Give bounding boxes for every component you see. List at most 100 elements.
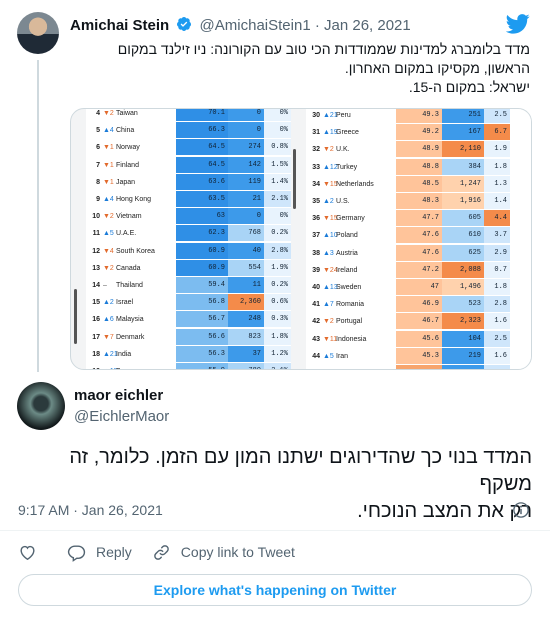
score-cell: 63 (176, 208, 228, 226)
tweet-actions: Reply Copy link to Tweet (18, 541, 315, 563)
country-cell: Japan (116, 178, 136, 186)
quoted-author-handle[interactable]: @AmichaiStein1 (200, 17, 311, 34)
country-cell: Sweden (336, 284, 362, 291)
heart-icon (20, 545, 35, 560)
c1-cell: 167 (442, 124, 484, 142)
country-cell: Hong Kong (116, 196, 152, 203)
rank-cell: 37 (312, 232, 320, 240)
rank-cell: 11 (92, 230, 100, 238)
score-cell: 47.6 (396, 227, 442, 245)
score-cell: 70.1 (176, 109, 228, 122)
change-cell: ▲10 (323, 232, 338, 240)
score-cell: 56.8 (176, 294, 228, 312)
rank-cell: 16 (92, 316, 100, 324)
table-row: 42 ▼2 Portugal 46.7 2,323 1.6 (306, 313, 510, 331)
quoted-text-line: הראשון, מקסיקו במקום האחרון. (344, 60, 530, 76)
rank-cell: 7 (96, 161, 100, 169)
explore-twitter-button[interactable]: Explore what's happening on Twitter (18, 574, 532, 606)
thread-connector-line (37, 60, 39, 372)
country-cell: Ireland (336, 266, 358, 274)
c1-cell: 274 (228, 139, 264, 157)
table-row: 6 ▼1 Norway 64.5 274 0.8% (86, 139, 291, 157)
score-cell: 48.8 (396, 158, 442, 176)
score-cell: 56.7 (176, 311, 228, 329)
table-row: 33 ▲12 Turkey 48.8 384 1.8 (306, 158, 510, 176)
like-button[interactable] (18, 543, 47, 562)
c2-cell: 2.5 (484, 109, 510, 124)
c1-cell: 2,110 (442, 141, 484, 159)
country-cell: France (116, 368, 176, 369)
c1-cell: 0 (228, 122, 264, 140)
quoted-tweet-date[interactable]: Jan 26, 2021 (324, 17, 411, 34)
rank-cell: 5 (96, 127, 100, 135)
score-cell: 48.5 (396, 175, 442, 193)
reply-author-handle[interactable]: @EichlerMaor (74, 408, 169, 425)
change-cell: ▼7 (103, 333, 114, 341)
change-cell: ▲2 (103, 299, 114, 307)
change-cell: ▲21 (103, 350, 118, 358)
quoted-text-line: מדד בלומברג למדינות שממודדות הכי טוב עם … (117, 41, 530, 57)
score-cell: 47.2 (396, 261, 442, 279)
c2-cell: 1.9% (264, 259, 291, 277)
c2-cell: 1.8 (484, 279, 510, 296)
c1-cell: 523 (442, 296, 484, 314)
amichai-stein-avatar[interactable] (17, 12, 59, 54)
country-cell: Finland (116, 161, 139, 169)
c1-cell: 2,360 (228, 294, 264, 312)
score-cell: 48.3 (396, 193, 442, 210)
country-cell: U.A.E. (116, 230, 137, 238)
change-cell: ▼1 (103, 161, 114, 169)
rank-cell: 13 (92, 264, 100, 272)
c1-cell: 605 (442, 210, 484, 228)
country-cell: India (116, 350, 132, 358)
c1-cell: 37 (228, 345, 264, 363)
c1-cell: 1,496 (442, 279, 484, 296)
change-cell: ▲4 (103, 196, 114, 203)
reply-label: Reply (96, 544, 132, 560)
c1-cell: 104 (442, 330, 484, 348)
reply-timestamp[interactable]: 9:17 AM · Jan 26, 2021 (18, 502, 163, 518)
twitter-bird-icon[interactable] (506, 14, 530, 34)
image-edge-mark (74, 289, 77, 344)
rank-cell: 35 (312, 198, 320, 205)
country-cell: Turkey (336, 163, 358, 171)
c2-cell: 0% (264, 208, 291, 226)
country-cell: Netherlands (336, 180, 374, 188)
table-row: 39 ▼24 Ireland 47.2 2,088 0.7 (306, 261, 510, 279)
change-cell: ▲7 (323, 301, 334, 309)
change-cell: ▼4 (103, 247, 114, 255)
table-row: 18 ▲21 India 56.3 37 1.2% (86, 345, 291, 363)
c2-cell: 1.2% (264, 345, 291, 363)
table-row: 8 ▼1 Japan 63.6 119 1.4% (86, 173, 291, 191)
reply-button[interactable]: Reply (67, 543, 132, 562)
c1-cell: 29 (442, 365, 484, 369)
c2-cell: 1.3 (484, 175, 510, 193)
country-cell: Iran (336, 352, 349, 360)
quoted-author-name[interactable]: Amichai Stein (70, 17, 169, 34)
maor-eichler-avatar[interactable] (17, 382, 65, 430)
c2-cell: 0.2% (264, 277, 291, 294)
c2-cell: 0% (264, 109, 291, 122)
c1-cell: 248 (228, 311, 264, 329)
score-cell: 63.6 (176, 173, 228, 191)
score-cell: 66.3 (176, 122, 228, 140)
speech-bubble-icon (67, 544, 86, 562)
country-cell: Poland (336, 232, 358, 240)
table-row: 30 ▲21 Peru 49.3 251 2.5 (306, 109, 510, 124)
table-row: 19▲15France55.97802.1% (86, 363, 291, 369)
change-cell: ▲15 (100, 368, 118, 369)
c2-cell: 0.3% (264, 311, 291, 329)
rank-cell: 42 (312, 318, 320, 326)
country-cell: Israel (116, 299, 134, 307)
change-cell: ▼2 (323, 318, 334, 326)
c2-cell: 0.8% (264, 139, 291, 157)
c1-cell: 21 (228, 191, 264, 208)
table-row: 45▼16Pakistan44.3292.4 (306, 365, 510, 369)
tweet-attached-image[interactable]: 4 ▼2 Taiwan 70.1 0 0% 5 ▲4 China 66.3 0 0% 6 ▼1 Norway… (70, 108, 532, 370)
info-icon[interactable] (512, 501, 530, 519)
copy-link-button[interactable]: Copy link to Tweet (152, 543, 295, 562)
reply-author-name[interactable]: maor eichler (74, 387, 163, 404)
table-row: 38 ▲3 Austria 47.6 625 2.9 (306, 244, 510, 262)
c2-cell: 0.2% (264, 225, 291, 243)
rank-cell: 33 (312, 163, 320, 171)
